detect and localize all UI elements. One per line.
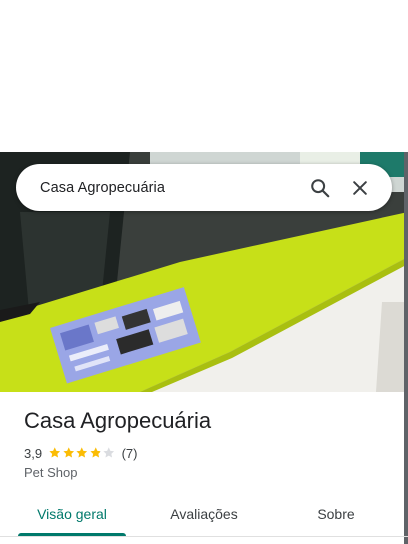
tab-label: Avaliações (170, 506, 238, 522)
side-panel-edge (404, 152, 408, 544)
tab-overview[interactable]: Visão geral (0, 496, 144, 536)
tab-label: Sobre (317, 506, 355, 522)
rating-stars (48, 446, 116, 460)
review-count[interactable]: (7) (122, 446, 138, 461)
place-title: Casa Agropecuária (24, 408, 212, 433)
rating-value: 3,9 (24, 445, 43, 461)
tabs-divider (0, 536, 408, 537)
place-category[interactable]: Pet Shop (24, 465, 78, 480)
close-icon[interactable] (342, 170, 378, 206)
tab-label: Visão geral (37, 506, 107, 522)
tab-reviews[interactable]: Avaliações (144, 496, 264, 536)
search-box[interactable]: Casa Agropecuária (16, 164, 392, 211)
star-icon (89, 447, 101, 458)
star-icon (103, 447, 115, 458)
place-tabs: Visão geral Avaliações Sobre (0, 496, 408, 536)
star-icon (49, 447, 61, 458)
star-icon (76, 447, 88, 458)
tab-about[interactable]: Sobre (264, 496, 408, 536)
search-input[interactable]: Casa Agropecuária (40, 180, 298, 196)
search-icon[interactable] (302, 170, 338, 206)
rating-row[interactable]: 3,9 (7) (24, 445, 137, 461)
star-icon (62, 447, 74, 458)
